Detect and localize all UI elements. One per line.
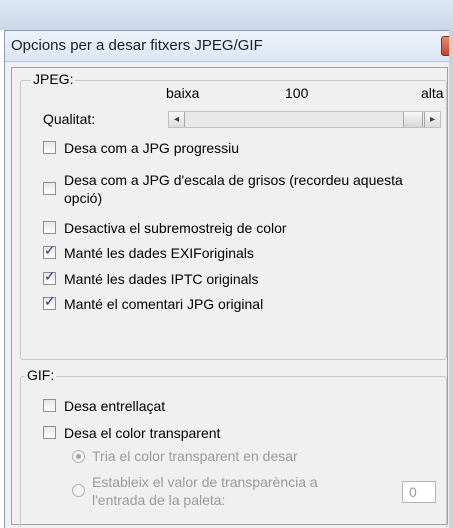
slider-thumb[interactable]: [403, 112, 423, 127]
checkbox[interactable]: [43, 399, 56, 412]
quality-label: Qualitat:: [43, 111, 96, 127]
quality-value: 100: [285, 85, 309, 101]
checkbox[interactable]: [43, 182, 56, 195]
checkbox[interactable]: [43, 243, 56, 259]
options-panel: JPEG: baixa 100 alta Qualitat: ◂ ▸ Desa …: [11, 67, 448, 527]
checkbox[interactable]: [43, 221, 56, 234]
window-chrome-top: [0, 0, 453, 30]
quality-min-label: baixa: [166, 85, 200, 101]
checkbox[interactable]: [43, 426, 56, 439]
radio-button[interactable]: [72, 484, 85, 497]
title-bar[interactable]: Opcions per a desar fitxers JPEG/GIF: [5, 31, 453, 62]
option-label: Desactiva el subremostreig de color: [64, 220, 287, 236]
checkbox[interactable]: [43, 141, 56, 154]
option-label: Manté les dades IPTC originals: [64, 271, 259, 287]
option-keep-comment[interactable]: Manté el comentari JPG original: [43, 294, 264, 313]
palette-index-input[interactable]: 0: [402, 481, 436, 503]
option-label: Desa com a JPG d'escala de grisos (recor…: [64, 172, 403, 206]
option-transparent[interactable]: Desa el color transparent: [43, 424, 220, 442]
quality-max-label: alta: [421, 85, 444, 101]
option-interlaced[interactable]: Desa entrellaçat: [43, 397, 165, 415]
gif-group: GIF: Desa entrellaçat Desa el color tran…: [20, 367, 447, 527]
quality-slider[interactable]: ◂ ▸: [168, 111, 441, 128]
dialog-title: Opcions per a desar fitxers JPEG/GIF: [11, 37, 263, 54]
option-disable-subsampling[interactable]: Desactiva el subremostreig de color: [43, 219, 287, 237]
save-options-dialog: Opcions per a desar fitxers JPEG/GIF JPE…: [4, 30, 453, 528]
option-label: Manté el comentari JPG original: [64, 296, 264, 312]
option-label: Manté les dades EXIForiginals: [64, 245, 254, 261]
option-progressive[interactable]: Desa com a JPG progressiu: [43, 139, 239, 157]
option-keep-iptc[interactable]: Manté les dades IPTC originals: [43, 269, 259, 288]
slider-right-arrow-icon[interactable]: ▸: [424, 112, 440, 127]
option-keep-exif[interactable]: Manté les dades EXIForiginals: [43, 243, 254, 262]
option-grayscale[interactable]: Desa com a JPG d'escala de grisos (recor…: [43, 171, 403, 207]
checkbox[interactable]: [43, 269, 56, 285]
radio-palette-entry[interactable]: Estableix el valor de transparència a l'…: [72, 473, 342, 509]
radio-label: Estableix el valor de transparència a l'…: [92, 474, 318, 508]
option-label: Desa el color transparent: [64, 425, 221, 441]
radio-label: Tria el color transparent en desar: [92, 448, 298, 464]
option-label: Desa com a JPG progressiu: [64, 140, 240, 156]
jpeg-group: JPEG: baixa 100 alta Qualitat: ◂ ▸ Desa …: [20, 71, 447, 360]
jpeg-legend: JPEG:: [31, 71, 76, 87]
slider-left-arrow-icon[interactable]: ◂: [169, 112, 185, 127]
option-label: Desa entrellaçat: [64, 398, 166, 414]
radio-pick-on-save[interactable]: Tria el color transparent en desar: [72, 447, 298, 465]
window-edge: [449, 30, 453, 528]
gif-legend: GIF:: [25, 367, 57, 383]
checkbox[interactable]: [43, 294, 56, 310]
radio-button[interactable]: [72, 450, 85, 463]
